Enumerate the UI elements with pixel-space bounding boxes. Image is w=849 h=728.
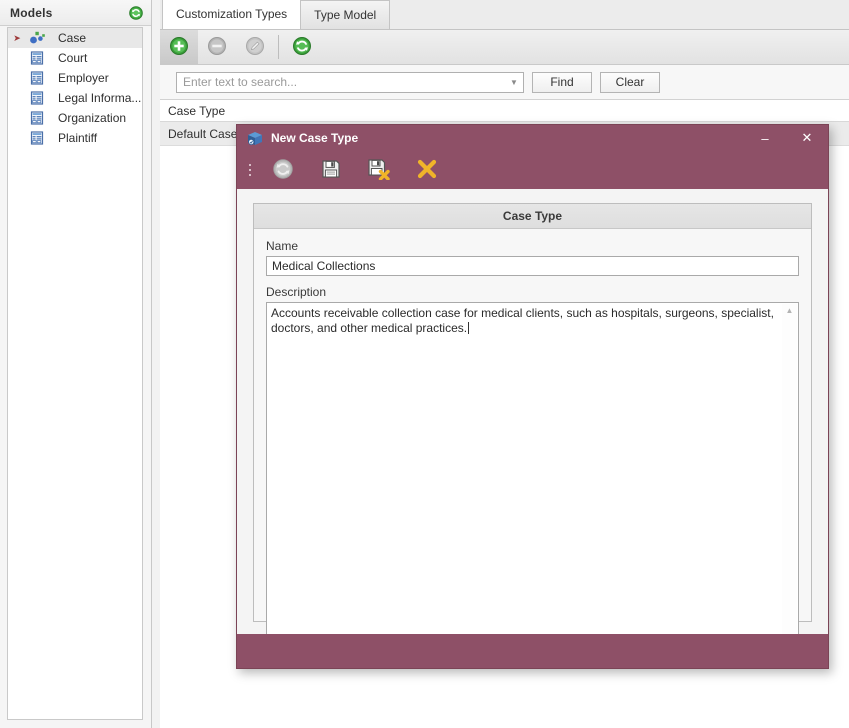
- model-nodes-icon: [24, 31, 50, 45]
- sidebar-item-court[interactable]: Court: [8, 48, 142, 68]
- text-caret: [468, 322, 470, 334]
- green-refresh-icon: [292, 36, 312, 59]
- name-field[interactable]: Medical Collections: [266, 256, 799, 276]
- gray-pencil-icon: [245, 36, 265, 59]
- description-field-value: Accounts receivable collection case for …: [271, 306, 774, 335]
- chevron-down-icon[interactable]: ▼: [505, 78, 523, 87]
- refresh-icon[interactable]: [129, 5, 143, 20]
- floppy-save-close-icon: [367, 158, 391, 183]
- scroll-up-icon[interactable]: ▲: [786, 304, 794, 318]
- tabstrip: Customization Types Type Model: [160, 0, 849, 30]
- tab-customization-types[interactable]: Customization Types: [162, 0, 302, 29]
- remove-button: [198, 30, 236, 64]
- sidebar-item-label: Court: [58, 51, 88, 65]
- description-field-value-wrap: Accounts receivable collection case for …: [271, 306, 778, 336]
- yellow-x-icon: [416, 158, 438, 183]
- dialog-title: New Case Type: [271, 131, 359, 145]
- sidebar-item-label: Employer: [58, 71, 109, 85]
- search-input-placeholder: Enter text to search...: [183, 75, 298, 89]
- sidebar-item-organization[interactable]: Organization: [8, 108, 142, 128]
- dialog-toolbar: [237, 151, 828, 189]
- green-plus-icon: [169, 36, 189, 59]
- toolbar-drag-handle[interactable]: [245, 164, 255, 176]
- form-icon: [24, 91, 50, 105]
- find-button-label: Find: [550, 75, 574, 89]
- panel-caption: Case Type: [254, 204, 811, 229]
- toolbar-separator: [278, 35, 279, 59]
- save-and-close-button[interactable]: [355, 152, 403, 188]
- description-field[interactable]: Accounts receivable collection case for …: [266, 302, 799, 647]
- tab-label: Type Model: [314, 8, 377, 22]
- sidebar-item-case[interactable]: ➤ Case: [8, 28, 142, 48]
- models-panel: Models ➤ Case Court Employer Legal Infor…: [0, 0, 152, 728]
- sidebar-item-label: Legal Informa...: [58, 91, 142, 105]
- case-type-panel: Case Type Name Medical Collections Descr…: [253, 203, 812, 647]
- cancel-button[interactable]: [403, 152, 451, 188]
- gray-minus-icon: [207, 36, 227, 59]
- models-panel-title: Models: [10, 5, 53, 20]
- name-label: Name: [266, 239, 299, 253]
- close-icon[interactable]: ✕: [786, 125, 828, 151]
- sidebar-item-plaintiff[interactable]: Plaintiff: [8, 128, 142, 148]
- form-icon: [24, 71, 50, 85]
- models-panel-header: Models: [0, 0, 151, 26]
- app-window: Models ➤ Case Court Employer Legal Infor…: [0, 0, 849, 728]
- sidebar-item-label: Case: [58, 31, 87, 45]
- sidebar-item-employer[interactable]: Employer: [8, 68, 142, 88]
- grid-column-header[interactable]: Case Type: [160, 100, 849, 122]
- new-case-type-dialog: New Case Type – ✕ Case Type Name Medical…: [236, 124, 829, 669]
- description-scrollbar[interactable]: ▲ ▼: [782, 304, 797, 645]
- form-icon: [24, 131, 50, 145]
- main-toolbar: [160, 30, 849, 65]
- gray-refresh-icon: [272, 158, 294, 183]
- tab-type-model[interactable]: Type Model: [300, 0, 391, 29]
- form-icon: [24, 51, 50, 65]
- panel-inner: Name Medical Collections Description Acc…: [254, 229, 811, 647]
- tab-label: Customization Types: [176, 7, 288, 21]
- sidebar-item-label: Plaintiff: [58, 131, 98, 145]
- name-field-value: Medical Collections: [272, 259, 376, 273]
- models-list[interactable]: ➤ Case Court Employer Legal Informa... O…: [7, 27, 143, 720]
- dialog-refresh-button: [259, 152, 307, 188]
- search-input[interactable]: Enter text to search... ▼: [176, 71, 524, 93]
- dialog-statusbar: [237, 634, 828, 668]
- cube-icon: [247, 130, 265, 146]
- clear-button-label: Clear: [615, 75, 645, 89]
- form-icon: [24, 111, 50, 125]
- sidebar-item-label: Organization: [58, 111, 127, 125]
- refresh-button[interactable]: [283, 30, 321, 64]
- find-button[interactable]: Find: [532, 71, 592, 93]
- save-button[interactable]: [307, 152, 355, 188]
- column-header-case-type: Case Type: [168, 103, 226, 118]
- clear-button[interactable]: Clear: [600, 71, 660, 93]
- floppy-save-icon: [320, 158, 342, 183]
- edit-button: [236, 30, 274, 64]
- minimize-button[interactable]: –: [744, 125, 786, 151]
- dialog-body: Case Type Name Medical Collections Descr…: [237, 189, 828, 647]
- search-bar: Enter text to search... ▼ Find Clear: [160, 65, 849, 100]
- expander-icon[interactable]: ➤: [10, 33, 24, 43]
- add-button[interactable]: [160, 30, 198, 64]
- sidebar-item-legal-information[interactable]: Legal Informa...: [8, 88, 142, 108]
- dialog-titlebar[interactable]: New Case Type – ✕: [237, 125, 828, 151]
- description-label: Description: [266, 285, 327, 299]
